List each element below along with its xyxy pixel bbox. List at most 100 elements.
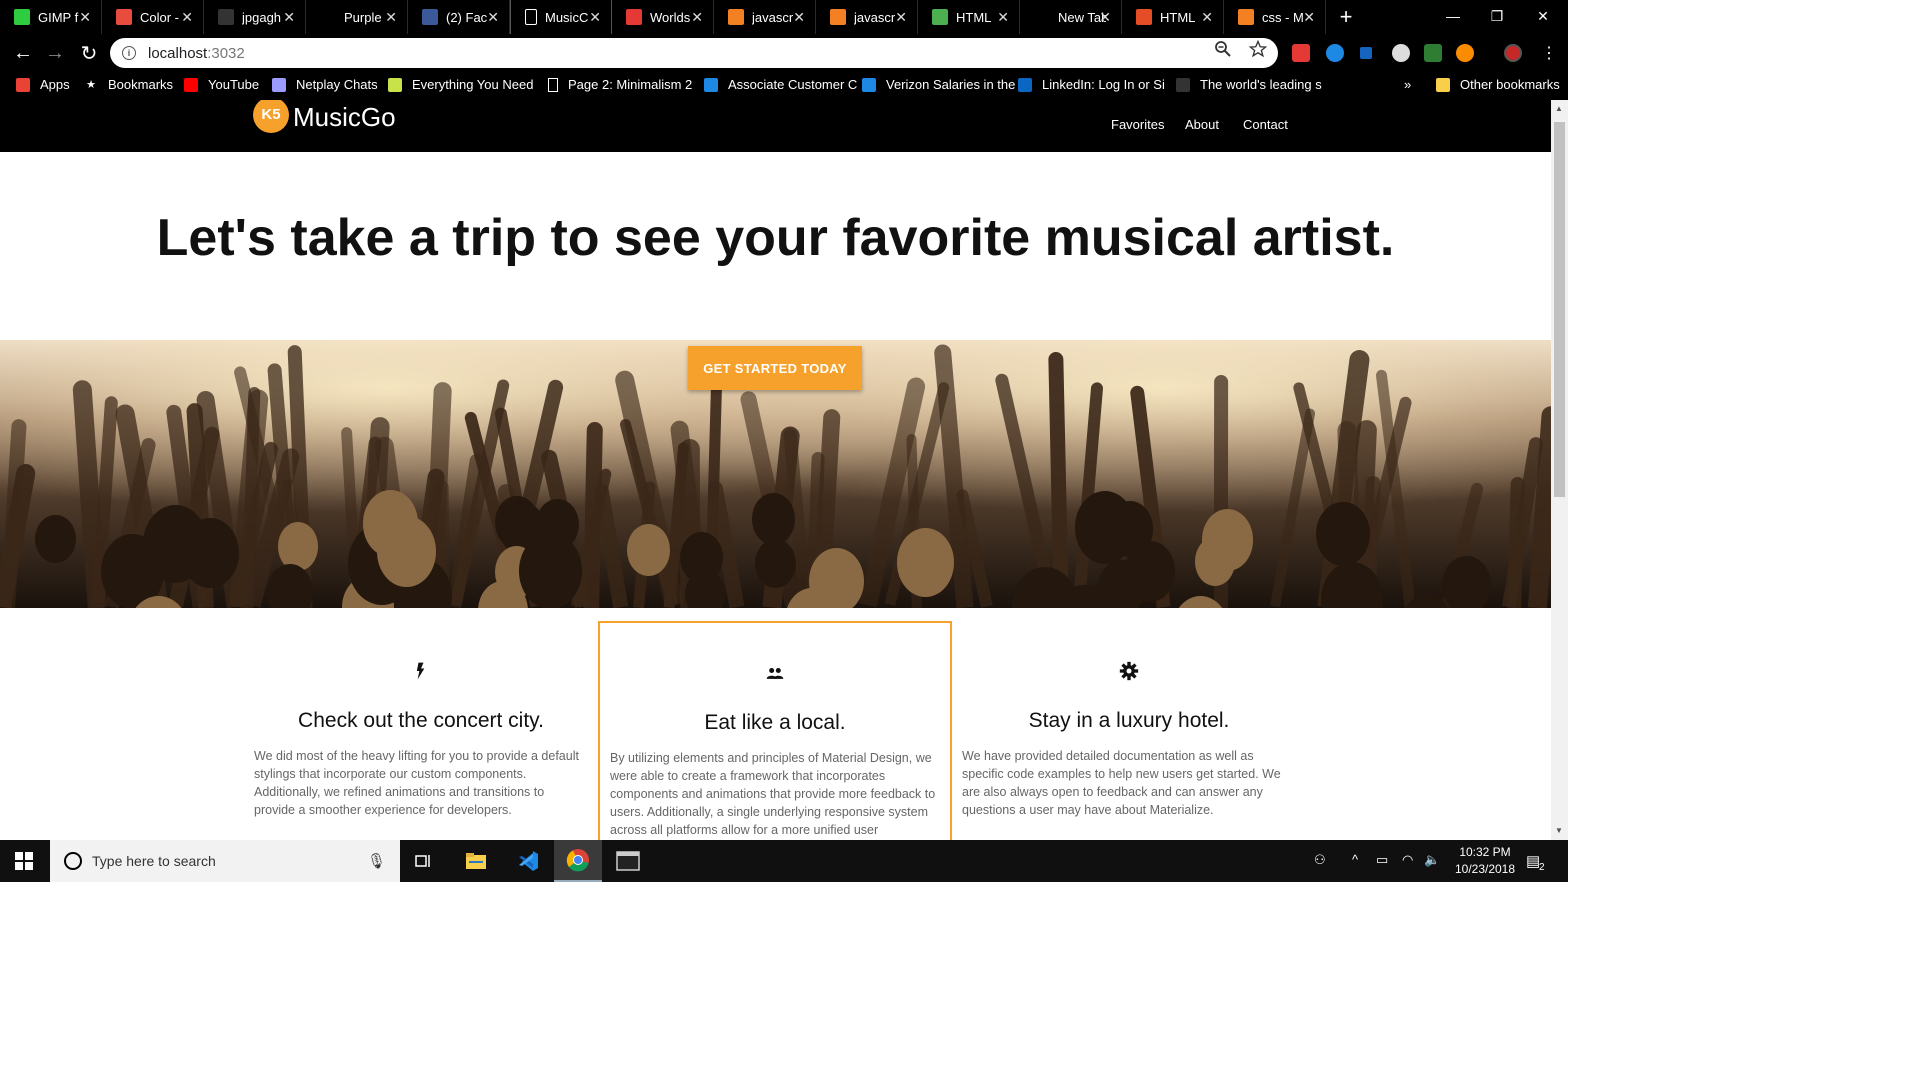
logo-badge-icon: K5	[253, 100, 289, 133]
bookmark-item[interactable]: ★ Bookmarks	[84, 77, 173, 92]
battery-icon[interactable]: ▭	[1376, 852, 1388, 868]
people-icon[interactable]: ⚇	[1314, 852, 1326, 868]
bookmark-item[interactable]: Associate Customer C	[704, 77, 857, 92]
site-info-icon[interactable]: i	[122, 46, 136, 60]
scroll-up-icon[interactable]: ▲	[1555, 104, 1563, 113]
bookmarks-overflow[interactable]: »	[1404, 77, 1411, 92]
microphone-icon[interactable]: 🎙	[367, 852, 386, 870]
cortana-icon	[64, 852, 82, 870]
minimize-button[interactable]: —	[1430, 0, 1476, 32]
bookmark-item[interactable]: YouTube	[184, 77, 259, 92]
bookmark-item[interactable]: Verizon Salaries in the	[862, 77, 1015, 92]
extension-circle-icon[interactable]	[1392, 44, 1410, 62]
browser-tab[interactable]: Purple ✕	[306, 0, 408, 34]
close-tab-icon[interactable]: ✕	[895, 9, 907, 26]
zoom-icon[interactable]	[1214, 40, 1232, 63]
close-tab-icon[interactable]: ✕	[589, 9, 601, 26]
tray-expand-icon[interactable]: ^	[1352, 852, 1358, 867]
site-logo[interactable]: K5 MusicGo	[253, 100, 396, 133]
scroll-down-icon[interactable]: ▼	[1555, 826, 1563, 835]
crowd-head	[897, 527, 955, 597]
browser-tab[interactable]: Worlds ✕	[612, 0, 714, 34]
stackoverflow-icon	[1238, 9, 1254, 25]
bookmark-item[interactable]: Netplay Chats	[272, 77, 378, 92]
hero-title: Let's take a trip to see your favorite m…	[156, 209, 1395, 267]
bookmark-item[interactable]: Apps	[16, 77, 70, 92]
crowd-arm	[0, 462, 37, 608]
crowd-head	[680, 531, 723, 584]
taskbar-search[interactable]: Type here to search 🎙	[50, 840, 400, 882]
close-tab-icon[interactable]: ✕	[691, 9, 703, 26]
vscode-icon[interactable]	[504, 840, 552, 882]
bookmark-star-icon[interactable]	[1248, 39, 1268, 63]
browser-tab[interactable]: javascr ✕	[816, 0, 918, 34]
file-explorer-icon[interactable]	[452, 840, 500, 882]
nav-about[interactable]: About	[1185, 117, 1219, 132]
bookmark-item[interactable]: LinkedIn: Log In or Si	[1018, 77, 1165, 92]
close-tab-icon[interactable]: ✕	[793, 9, 805, 26]
reload-icon[interactable]: ↻	[76, 40, 102, 66]
walmart-icon	[704, 77, 718, 92]
feature-card-city: Check out the concert city. We did most …	[244, 621, 598, 840]
folder-icon	[1436, 77, 1450, 92]
chrome-taskbar-icon[interactable]	[554, 840, 602, 882]
close-tab-icon[interactable]: ✕	[487, 9, 499, 26]
browser-tab[interactable]: javascr ✕	[714, 0, 816, 34]
task-view-icon[interactable]	[400, 840, 448, 882]
extension-orange-icon[interactable]	[1456, 44, 1474, 62]
extension-cast-icon[interactable]	[1292, 44, 1310, 62]
terminal-icon[interactable]	[604, 840, 652, 882]
wifi-icon[interactable]: ◠	[1402, 852, 1413, 868]
close-tab-icon[interactable]: ✕	[181, 9, 193, 26]
bookmark-label: Associate Customer C	[728, 77, 858, 92]
page-scrollbar[interactable]: ▲ ▼	[1551, 100, 1568, 840]
close-tab-icon[interactable]: ✕	[283, 9, 295, 26]
taskbar-search-placeholder: Type here to search	[92, 853, 216, 869]
browser-tab[interactable]: MusicC ✕	[510, 0, 612, 34]
browser-tab[interactable]: jpgagh ✕	[204, 0, 306, 34]
start-button[interactable]	[0, 840, 48, 882]
feature-body: We have provided detailed documentation …	[962, 749, 1281, 817]
new-tab-button[interactable]: +	[1326, 0, 1366, 34]
browser-tab[interactable]: HTML ✕	[1122, 0, 1224, 34]
close-tab-icon[interactable]: ✕	[1201, 9, 1213, 26]
address-bar[interactable]: i localhost:3032	[110, 38, 1278, 68]
scrollbar-thumb[interactable]	[1554, 122, 1565, 497]
apps-grid-icon	[16, 77, 30, 92]
extension-cors-icon[interactable]	[1424, 44, 1442, 62]
profile-avatar[interactable]	[1504, 44, 1522, 62]
browser-tab[interactable]: HTML ✕	[918, 0, 1020, 34]
get-started-button[interactable]: GET STARTED TODAY	[688, 346, 862, 390]
crowd-head	[1011, 567, 1079, 608]
menu-icon[interactable]: ⋮	[1536, 40, 1562, 66]
forward-icon[interactable]: →	[42, 40, 68, 66]
tab-title: MusicC	[545, 9, 589, 25]
restore-button[interactable]: ❐	[1474, 0, 1520, 32]
close-tab-icon[interactable]: ✕	[1099, 9, 1111, 26]
other-bookmarks[interactable]: Other bookmarks	[1436, 77, 1560, 92]
crowd-head	[35, 514, 76, 564]
browser-tab[interactable]: Color - ✕	[102, 0, 204, 34]
bookmark-label: Bookmarks	[108, 77, 174, 92]
extension-square-icon[interactable]	[1360, 47, 1372, 59]
browser-tab[interactable]: (2) Fac ✕	[408, 0, 510, 34]
close-tab-icon[interactable]: ✕	[997, 9, 1009, 26]
extension-blue-icon[interactable]	[1326, 44, 1344, 62]
taskbar-clock[interactable]: 10:32 PM 10/23/2018	[1440, 844, 1530, 878]
close-window-button[interactable]: ✕	[1520, 0, 1566, 32]
nav-contact[interactable]: Contact	[1243, 117, 1288, 132]
browser-tab[interactable]: New Tab ✕	[1020, 0, 1122, 34]
browser-tab[interactable]: GIMP f ✕	[0, 0, 102, 34]
close-tab-icon[interactable]: ✕	[79, 9, 91, 26]
feature-title: Eat like a local.	[704, 711, 846, 734]
volume-icon[interactable]: 🔈	[1424, 852, 1440, 868]
bookmark-item[interactable]: Everything You Need	[388, 77, 533, 92]
browser-tab[interactable]: css - M ✕	[1224, 0, 1326, 34]
bookmark-item[interactable]: The world's leading s	[1176, 77, 1322, 92]
close-tab-icon[interactable]: ✕	[1303, 9, 1315, 26]
back-icon[interactable]: ←	[10, 40, 36, 66]
stackoverflow-icon	[830, 9, 846, 25]
bookmark-item[interactable]: Page 2: Minimalism 2	[548, 77, 692, 92]
close-tab-icon[interactable]: ✕	[385, 9, 397, 26]
nav-favorites[interactable]: Favorites	[1111, 117, 1164, 132]
